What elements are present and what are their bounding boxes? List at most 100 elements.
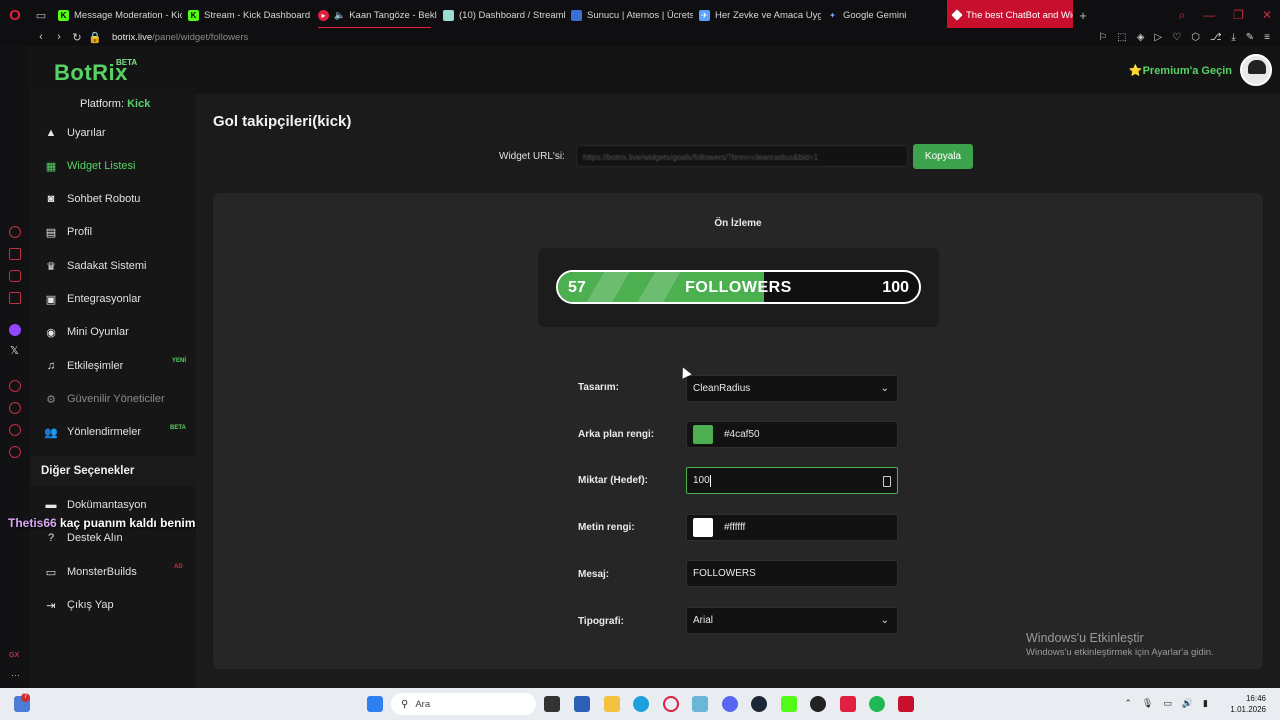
forward-icon[interactable]: › [50,31,68,43]
app-red-icon[interactable] [840,696,856,712]
new-tab-icon[interactable]: + [1073,8,1093,23]
monitor-icon[interactable]: ▭ [1163,698,1172,709]
spotify-icon[interactable] [869,696,885,712]
pin-icon[interactable] [9,424,21,436]
message-input[interactable]: FOLLOWERS [686,560,898,587]
chevron-up-icon[interactable]: ⌃ [1124,698,1132,709]
play-icon[interactable]: ▷ [1154,32,1162,43]
steam-icon[interactable] [751,696,767,712]
text-caret [709,474,711,487]
sidebar-item-etkilesimler[interactable]: ♫ Etkileşimler [44,356,123,376]
obs-icon[interactable] [810,696,826,712]
extensions-icon[interactable]: ⬡ [1191,32,1200,43]
sidebar-item-dokumantasyon[interactable]: ▬ Dokümantasyon [44,495,147,515]
windows-start-icon[interactable] [367,696,383,712]
design-label: Tasarım: [578,382,619,393]
typography-select[interactable]: Arial ⌄ [686,607,898,634]
platform-label: Platform: [80,98,128,110]
sidebar-item-guvenilir-yoneticiler[interactable]: ⚙ Güvenilir Yöneticiler [44,389,165,409]
sidebar-item-uyarilar[interactable]: ▲ Uyarılar [44,123,106,143]
premium-link[interactable]: ⭐Premium'a Geçin [1129,64,1232,77]
design-select[interactable]: CleanRadius ⌄ [686,375,898,402]
url-field[interactable]: botrix.live/panel/widget/followers [112,32,248,43]
sidebar-item-mini-oyunlar[interactable]: ◉ Mini Oyunlar [44,322,129,342]
edge-icon[interactable] [633,696,649,712]
sidebar-item-yonlendirmeler[interactable]: 👥 Yönlendirmeler [44,422,141,442]
bg-color-field[interactable]: #4caf50 [686,421,898,448]
player-icon[interactable] [9,380,21,392]
reload-icon[interactable]: ↻ [68,31,86,44]
integration-icon: ▣ [45,293,57,306]
opera-icon[interactable] [663,696,679,712]
avatar[interactable] [1240,54,1272,86]
twitch-icon[interactable] [9,324,21,336]
speaker-icon[interactable]: 🔈 [334,10,345,21]
settings-icon[interactable] [9,446,21,458]
back-icon[interactable]: ‹ [32,31,50,43]
aternos-icon [571,9,582,21]
maximize-icon[interactable]: ❐ [1233,8,1244,22]
sidebar-section-title: Diğer Seçenekler [30,456,196,486]
sidebar-item-cikis-yap[interactable]: ⇥ Çıkış Yap [44,595,113,615]
sidebar-item-label: Sohbet Robotu [67,193,141,205]
bookmark-icon[interactable]: ⚐ [1098,32,1107,43]
workspaces-icon[interactable]: ▭ [30,0,52,30]
mail-icon[interactable] [9,292,21,304]
taskbar-search[interactable]: ⚲ Ara [391,693,536,715]
tab-google-gemini[interactable]: ✦ Google Gemini [821,0,947,30]
app-icon[interactable] [692,696,708,712]
copy-button[interactable]: Kopyala [913,144,973,169]
bag-icon[interactable] [9,248,21,260]
heart-icon[interactable]: ♡ [1172,32,1181,43]
text-color-swatch[interactable] [693,518,713,537]
x-icon[interactable]: 𝕏 [10,344,19,357]
tab-message-moderation[interactable]: K Message Moderation - Kic [52,0,182,30]
battery-icon[interactable]: ▮ [1203,698,1208,709]
tab-her-zevke[interactable]: ✈ Her Zevke ve Amaca Uyg [693,0,821,30]
store-icon[interactable] [574,696,590,712]
volume-icon[interactable]: 🔊 [1182,698,1193,709]
number-stepper[interactable] [883,476,891,487]
menu-icon[interactable]: ≡ [1264,32,1270,43]
history-icon[interactable] [9,402,21,414]
tab-streamlabs[interactable]: (10) Dashboard / Streamla [437,0,565,30]
minimize-icon[interactable]: — [1203,8,1215,22]
ai-icon[interactable]: ✎ [1246,32,1254,43]
sidebar-item-profil[interactable]: ▤ Profil [44,222,92,242]
amount-value: 100 [693,475,710,486]
vpn-shield-icon[interactable]: ◈ [1137,32,1145,43]
sidebar-item-sadakat-sistemi[interactable]: ♛ Sadakat Sistemi [44,256,146,276]
microphone-icon[interactable]: 🎙 [1142,698,1153,709]
share-icon[interactable]: ⎇ [1210,32,1222,43]
search-tabs-icon[interactable]: ⌕ [1178,8,1185,23]
file-explorer-icon[interactable] [604,696,620,712]
sidebar-item-widget-listesi[interactable]: ▦ Widget Listesi [44,156,136,176]
sidebar-item-sohbet-robotu[interactable]: ◙ Sohbet Robotu [44,189,141,209]
gx-icon[interactable]: GX [9,652,19,659]
amount-input[interactable]: 100 [686,467,898,494]
taskbar-clock[interactable]: 16:46 1.01.2026 [1230,693,1266,715]
sidebar-item-entegrasyonlar[interactable]: ▣ Entegrasyonlar [44,289,141,309]
tab-aternos[interactable]: Sunucu | Aternos | Ücrets [565,0,693,30]
widget-url-field[interactable]: https://botrix.live/widgets/goals/follow… [576,145,908,167]
tab-botrix[interactable]: The best ChatBot and Wid [947,0,1073,30]
discord-icon[interactable] [722,696,738,712]
snapshot-icon[interactable]: ⬚ [1117,32,1126,43]
bg-color-swatch[interactable] [693,425,713,444]
task-view-icon[interactable] [544,696,560,712]
close-icon[interactable]: ✕ [1262,8,1272,22]
opera-logo-icon[interactable]: O [0,0,30,30]
gemini-icon: ✦ [829,10,836,20]
users-icon: 👥 [44,426,58,439]
download-icon[interactable]: ⤓ [1231,32,1235,43]
opera-ai-icon[interactable] [9,226,21,238]
tab-kick-dashboard[interactable]: K Stream - Kick Dashboard [182,0,312,30]
text-color-field[interactable]: #ffffff [686,514,898,541]
kick-app-icon[interactable] [781,696,797,712]
chat-icon[interactable] [9,270,21,282]
more-icon[interactable]: ··· [11,670,20,680]
sidebar-item-destek-alin[interactable]: ? Destek Alın [44,528,123,548]
app-icon[interactable] [898,696,914,712]
sidebar-item-monsterbuilds[interactable]: ▭ MonsterBuilds [44,562,137,582]
tab-youtube-music[interactable]: ▸ 🔈 Kaan Tangöze - Bekle [312,0,437,30]
